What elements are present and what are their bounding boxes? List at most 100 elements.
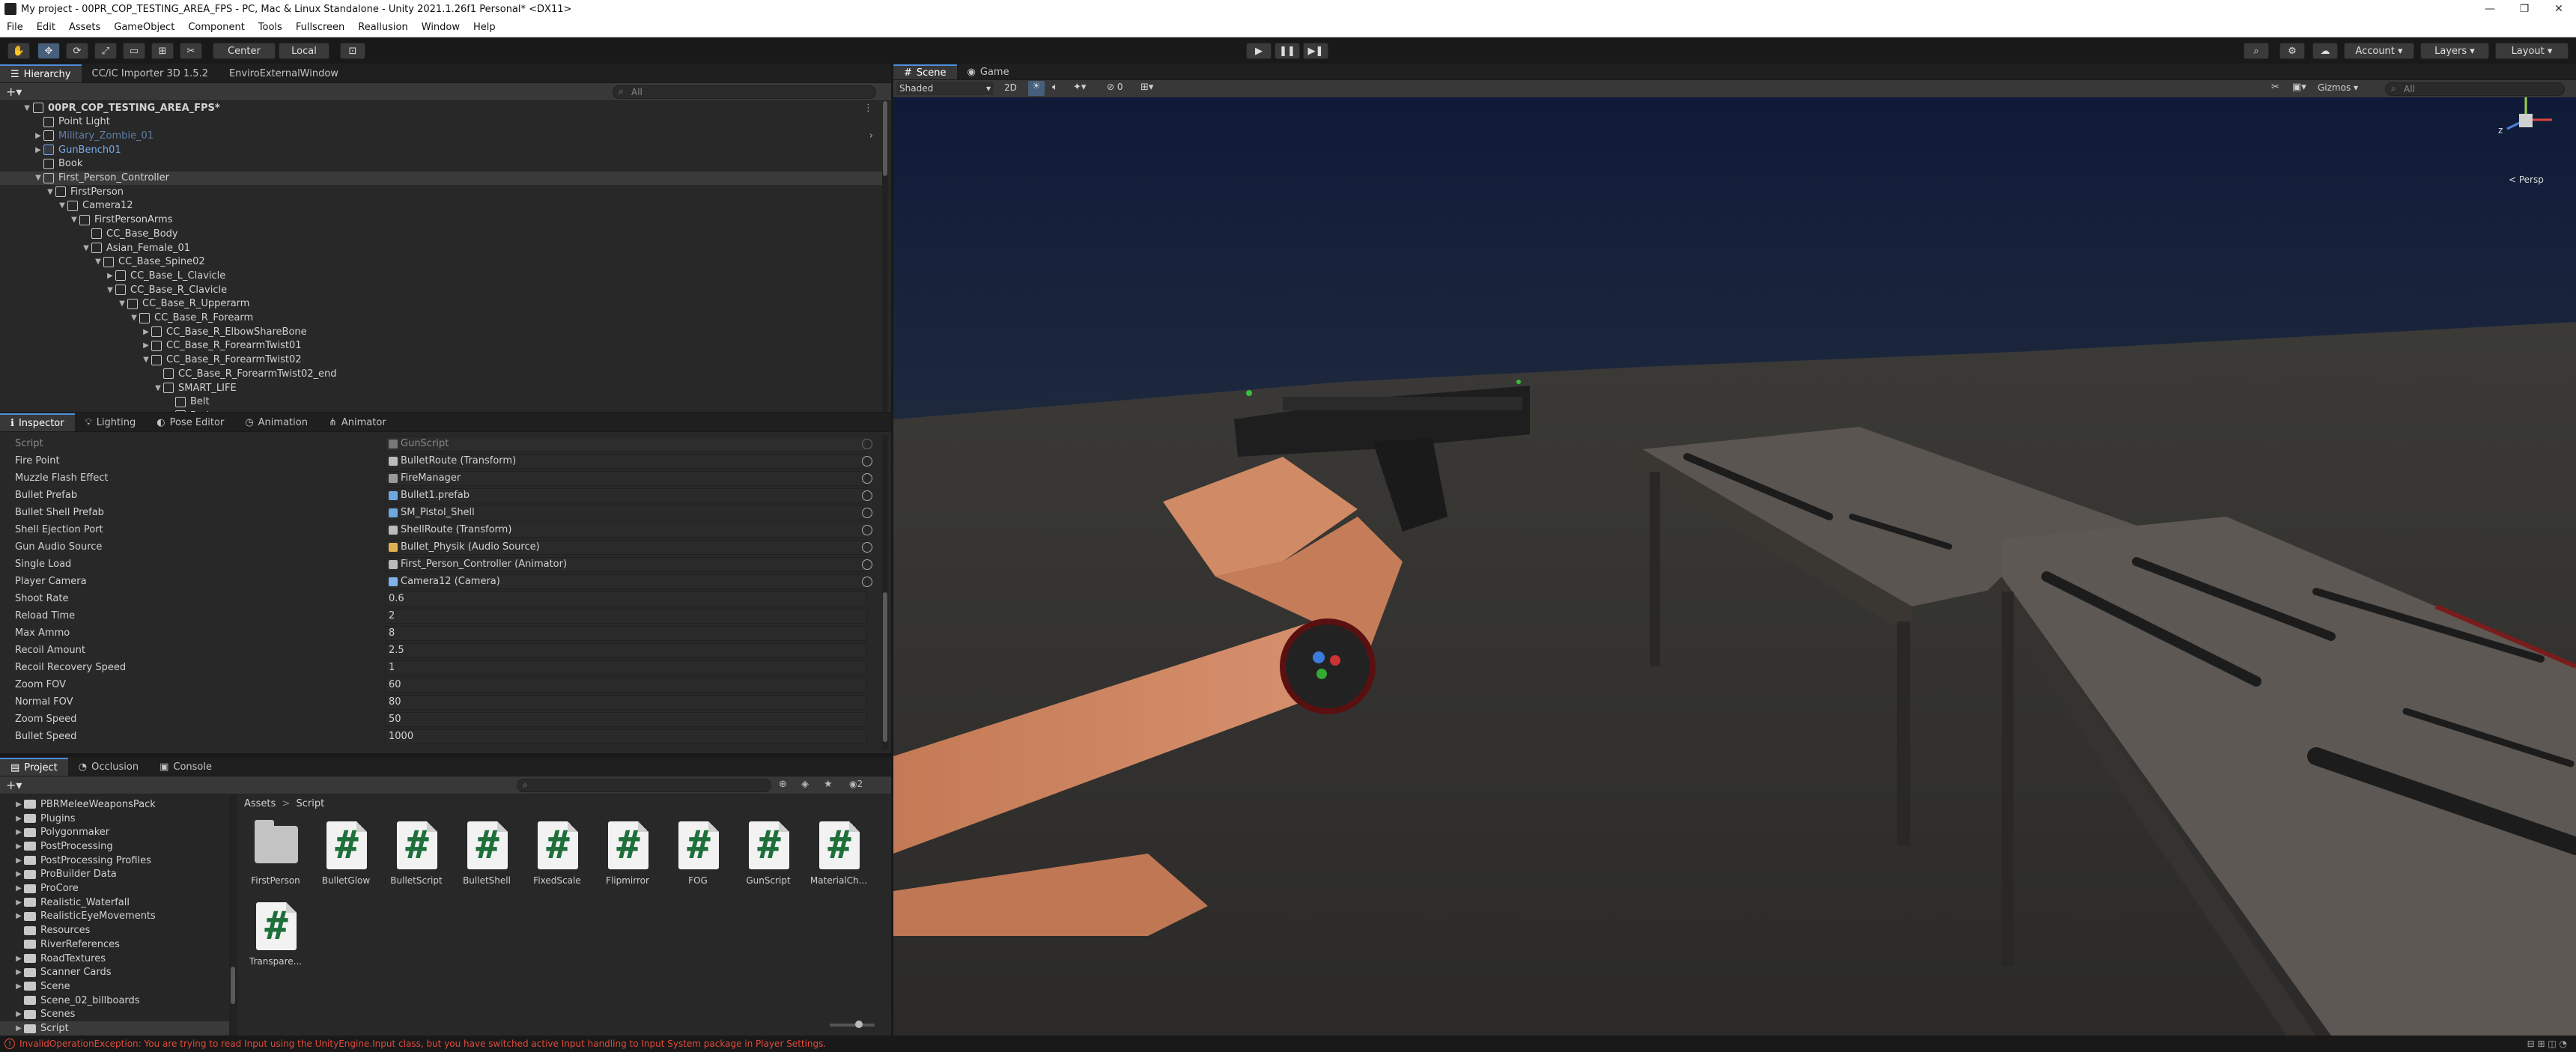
settings-icon[interactable]: ⚙ xyxy=(2279,43,2305,59)
asset-script[interactable]: # BulletGlow xyxy=(313,815,379,893)
tab-pose-editor[interactable]: ◐ Pose Editor xyxy=(146,413,234,431)
number-field[interactable]: 50 xyxy=(385,711,867,727)
object-reference-field[interactable]: Bullet_Physik (Audio Source) xyxy=(385,539,867,555)
breadcrumb-assets[interactable]: Assets xyxy=(244,798,276,809)
number-field[interactable]: 2.5 xyxy=(385,642,867,658)
menu-fullscreen[interactable]: Fullscreen xyxy=(289,22,351,33)
camera-settings-icon[interactable]: ▣▾ xyxy=(2292,82,2306,93)
maximize-button[interactable]: ❐ xyxy=(2507,0,2542,18)
object-reference-field[interactable]: SM_Pistol_Shell xyxy=(385,505,867,520)
scene-search-input[interactable]: ⌕ All xyxy=(2385,82,2565,96)
hierarchy-item[interactable]: Book xyxy=(0,157,884,171)
status-message[interactable]: InvalidOperationException: You are tryin… xyxy=(19,1039,826,1049)
expand-arrow-icon[interactable]: ▶ xyxy=(13,955,24,963)
move-tool-icon[interactable]: ✥ xyxy=(37,43,60,59)
tab-enviro-external[interactable]: EnviroExternalWindow xyxy=(219,64,349,82)
folder-item[interactable]: ▶ Scenes xyxy=(0,1008,234,1022)
create-asset-icon[interactable]: +▾ xyxy=(6,778,22,792)
hierarchy-item[interactable]: ▼ CC_Base_R_Forearm xyxy=(0,311,884,325)
tab-scene[interactable]: # Scene xyxy=(893,64,957,79)
hierarchy-item[interactable]: Belt xyxy=(0,395,884,409)
object-picker-icon[interactable] xyxy=(862,524,872,535)
menu-help[interactable]: Help xyxy=(467,22,502,33)
expand-arrow-icon[interactable]: ▶ xyxy=(13,1010,24,1018)
hand-tool-icon[interactable]: ✋ xyxy=(7,43,30,59)
hierarchy-scrollbar[interactable] xyxy=(882,101,888,412)
object-picker-icon[interactable] xyxy=(862,576,872,587)
hierarchy-item[interactable]: ▼ Camera12 xyxy=(0,199,884,213)
object-reference-field[interactable]: First_Person_Controller (Animator) xyxy=(385,556,867,572)
folder-item[interactable]: ▶ Scene xyxy=(0,979,234,994)
folder-item[interactable]: ▶ PostProcessing xyxy=(0,839,234,854)
expand-arrow-icon[interactable]: ▶ xyxy=(13,870,24,878)
perspective-label[interactable]: < Persp xyxy=(2509,174,2544,185)
scale-tool-icon[interactable]: ⤢ xyxy=(94,43,117,59)
object-picker-icon[interactable] xyxy=(862,455,872,466)
object-picker-icon[interactable] xyxy=(862,472,872,484)
expand-arrow-icon[interactable]: ▶ xyxy=(13,982,24,991)
hierarchy-item[interactable]: ▼ Asian_Female_01 xyxy=(0,241,884,255)
number-field[interactable]: 80 xyxy=(385,694,867,710)
expand-arrow-icon[interactable]: ▶ xyxy=(13,815,24,823)
folder-item[interactable]: ▶ ProBuilder Data xyxy=(0,868,234,882)
project-search-input[interactable]: ⌕ xyxy=(517,779,771,792)
expand-arrow-icon[interactable]: ▼ xyxy=(117,300,127,308)
expand-arrow-icon[interactable]: ▼ xyxy=(153,384,163,392)
expand-arrow-icon[interactable]: ▶ xyxy=(13,800,24,809)
hierarchy-item[interactable]: ▼ First_Person_Controller xyxy=(0,171,884,185)
tab-console[interactable]: ▣ Console xyxy=(149,758,222,776)
grid-snap-icon[interactable]: ⊡ xyxy=(340,43,365,59)
menu-component[interactable]: Component xyxy=(181,22,251,33)
object-reference-field[interactable]: BulletRoute (Transform) xyxy=(385,453,867,469)
rotate-tool-icon[interactable]: ⟳ xyxy=(66,43,88,59)
step-button[interactable]: ▶❚ xyxy=(1303,43,1328,59)
asset-script[interactable]: # Transpare... xyxy=(243,896,309,974)
menu-tools[interactable]: Tools xyxy=(252,22,289,33)
asset-script[interactable]: # BulletShell xyxy=(454,815,520,893)
menu-gameobject[interactable]: GameObject xyxy=(107,22,181,33)
object-picker-icon[interactable] xyxy=(862,559,872,570)
asset-script[interactable]: # MaterialCh... xyxy=(806,815,872,893)
asset-script[interactable]: # BulletScript xyxy=(383,815,449,893)
pivot-local-toggle[interactable]: Local xyxy=(279,43,329,59)
number-field[interactable]: 1 xyxy=(385,660,867,675)
expand-arrow-icon[interactable]: ▶ xyxy=(13,1024,24,1033)
tab-lighting[interactable]: 💡︎ Lighting xyxy=(75,413,147,431)
expand-arrow-icon[interactable]: ▶ xyxy=(13,857,24,865)
folder-item[interactable]: ▶ Scanner Cards xyxy=(0,965,234,979)
expand-arrow-icon[interactable]: ▶ xyxy=(33,132,43,140)
menu-reallusion[interactable]: Reallusion xyxy=(351,22,414,33)
object-picker-icon[interactable] xyxy=(862,507,872,518)
pause-button[interactable]: ❚❚ xyxy=(1275,43,1300,59)
folder-item[interactable]: ▶ Plugins xyxy=(0,812,234,826)
favorite-icon[interactable]: ★ xyxy=(824,779,833,790)
expand-arrow-icon[interactable]: ▼ xyxy=(33,174,43,182)
transform-tool-icon[interactable]: ⊞ xyxy=(151,43,174,59)
layers-dropdown[interactable]: Layers ▾ xyxy=(2420,43,2489,59)
shading-mode-dropdown[interactable]: Shaded ▾ xyxy=(896,82,994,95)
folder-item[interactable]: ▶ RoadTextures xyxy=(0,952,234,966)
hierarchy-item[interactable]: ▼ SMART_LIFE xyxy=(0,381,884,395)
tab-inspector[interactable]: ℹ Inspector xyxy=(0,413,75,431)
minimize-button[interactable]: — xyxy=(2473,0,2507,18)
folder-item[interactable]: Resources xyxy=(0,923,234,937)
cloud-icon[interactable]: ☁ xyxy=(2312,43,2338,59)
hierarchy-search-input[interactable]: ⌕ All xyxy=(613,85,876,99)
menu-file[interactable]: File xyxy=(0,22,30,33)
asset-folder[interactable]: FirstPerson xyxy=(243,815,309,893)
search-icon[interactable]: ⌕ xyxy=(2244,43,2269,59)
expand-arrow-icon[interactable]: ▼ xyxy=(57,201,67,210)
asset-script[interactable]: # GunScript xyxy=(735,815,801,893)
folder-item[interactable]: ▶ PBRMeleeWeaponsPack xyxy=(0,797,234,812)
hierarchy-item[interactable]: ▼ CC_Base_R_Upperarm xyxy=(0,297,884,311)
number-field[interactable]: 8 xyxy=(385,625,867,641)
close-button[interactable]: ✕ xyxy=(2542,0,2576,18)
tab-game[interactable]: ◉ Game xyxy=(957,64,1020,79)
folder-scrollbar[interactable] xyxy=(229,794,237,1036)
expand-arrow-icon[interactable]: ▶ xyxy=(141,341,151,350)
filter-label-icon[interactable]: ◈ xyxy=(801,779,809,790)
folder-item[interactable]: ▶ Realistic_Waterfall xyxy=(0,896,234,910)
folder-item[interactable]: ▶ PostProcessing Profiles xyxy=(0,854,234,868)
layout-dropdown[interactable]: Layout ▾ xyxy=(2495,43,2569,59)
expand-arrow-icon[interactable]: ▼ xyxy=(93,258,103,266)
